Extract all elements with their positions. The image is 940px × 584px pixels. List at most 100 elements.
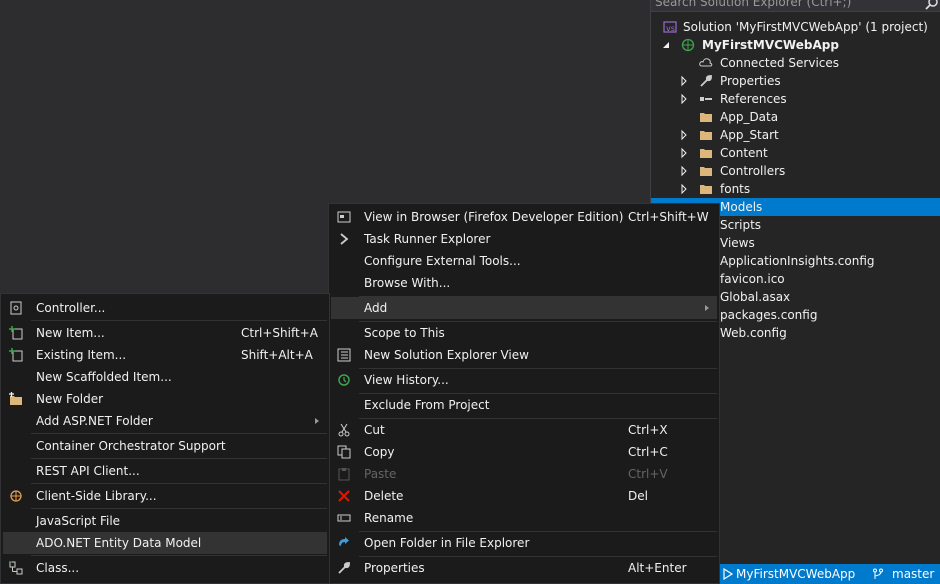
menu-item-rename[interactable]: Rename bbox=[331, 507, 717, 529]
submenu-item-add-aspnet-folder[interactable]: Add ASP.NET Folder bbox=[3, 410, 327, 432]
tree-item-label: fonts bbox=[720, 182, 751, 196]
menu-item-scope-to-this[interactable]: Scope to This bbox=[331, 322, 717, 344]
menu-item-label: New Item... bbox=[36, 326, 105, 340]
tree-item-label: favicon.ico bbox=[720, 272, 785, 286]
tree-item-controllers[interactable]: Controllers bbox=[651, 162, 940, 180]
menu-item-label: New Scaffolded Item... bbox=[36, 370, 172, 384]
tree-item-label: Scripts bbox=[720, 218, 762, 232]
expand-arrow-icon[interactable] bbox=[679, 162, 689, 180]
new-item-icon bbox=[9, 326, 23, 340]
menu-item-new-se-view[interactable]: New Solution Explorer View bbox=[331, 344, 717, 366]
menu-item-view-in-browser[interactable]: View in Browser (Firefox Developer Editi… bbox=[331, 206, 717, 228]
expand-arrow-icon[interactable] bbox=[679, 126, 689, 144]
menu-item-label: REST API Client... bbox=[36, 464, 140, 478]
menu-item-shortcut: Ctrl+Shift+A bbox=[241, 326, 318, 340]
tree-item-label: Global.asax bbox=[720, 290, 791, 304]
menu-item-configure-tools[interactable]: Configure External Tools... bbox=[331, 250, 717, 272]
menu-item-cut[interactable]: Cut Ctrl+X bbox=[331, 419, 717, 441]
tree-item-label: Connected Services bbox=[720, 56, 840, 70]
history-icon bbox=[338, 374, 350, 386]
tree-item-content[interactable]: Content bbox=[651, 144, 940, 162]
menu-item-shortcut: Shift+Alt+A bbox=[241, 348, 313, 362]
submenu-item-controller[interactable]: Controller... bbox=[3, 297, 327, 319]
menu-item-label: View History... bbox=[364, 373, 449, 387]
menu-item-label: New Solution Explorer View bbox=[364, 348, 529, 362]
menu-item-browse-with[interactable]: Browse With... bbox=[331, 272, 717, 294]
client-library-icon bbox=[10, 490, 22, 502]
menu-item-properties[interactable]: Properties Alt+Enter bbox=[331, 557, 717, 579]
add-submenu: Controller... New Item... Ctrl+Shift+A E… bbox=[0, 293, 330, 584]
browser-icon bbox=[337, 211, 351, 223]
menu-separator bbox=[31, 483, 327, 484]
submenu-item-new-scaffolded[interactable]: New Scaffolded Item... bbox=[3, 366, 327, 388]
tree-item-app-data[interactable]: App_Data bbox=[651, 108, 940, 126]
menu-item-shortcut: Ctrl+C bbox=[628, 445, 668, 459]
tree-item-app-start[interactable]: App_Start bbox=[651, 126, 940, 144]
submenu-item-container-orchestrator[interactable]: Container Orchestrator Support bbox=[3, 435, 327, 457]
menu-item-view-history[interactable]: View History... bbox=[331, 369, 717, 391]
solution-explorer-view-icon bbox=[337, 348, 351, 362]
svg-text:vs: vs bbox=[666, 24, 675, 33]
menu-item-label: Open Folder in File Explorer bbox=[364, 536, 530, 550]
tree-item-connected-services[interactable]: Connected Services bbox=[651, 54, 940, 72]
tree-item-solution[interactable]: vs Solution 'MyFirstMVCWebApp' (1 projec… bbox=[651, 18, 940, 36]
tree-item-properties[interactable]: Properties bbox=[651, 72, 940, 90]
tree-item-references[interactable]: References bbox=[651, 90, 940, 108]
tree-item-label: Views bbox=[720, 236, 755, 250]
submenu-item-javascript-file[interactable]: JavaScript File bbox=[3, 510, 327, 532]
solution-label: Solution 'MyFirstMVCWebApp' (1 project) bbox=[683, 20, 928, 34]
tree-item-project[interactable]: MyFirstMVCWebApp bbox=[651, 36, 940, 54]
submenu-item-client-side-library[interactable]: Client-Side Library... bbox=[3, 485, 327, 507]
status-branch[interactable]: master bbox=[872, 564, 934, 584]
menu-item-shortcut: Del bbox=[628, 489, 648, 503]
menu-item-exclude[interactable]: Exclude From Project bbox=[331, 394, 717, 416]
menu-item-label: Task Runner Explorer bbox=[364, 232, 491, 246]
expand-arrow-icon[interactable] bbox=[679, 144, 689, 162]
folder-icon bbox=[700, 185, 712, 194]
solution-explorer-search[interactable]: Search Solution Explorer (Ctrl+;) bbox=[651, 0, 940, 12]
rename-icon bbox=[337, 514, 351, 522]
new-folder-icon bbox=[9, 392, 22, 405]
copy-icon bbox=[337, 445, 351, 459]
tree-item-fonts[interactable]: fonts bbox=[651, 180, 940, 198]
submenu-item-new-folder[interactable]: New Folder bbox=[3, 388, 327, 410]
menu-item-label: Copy bbox=[364, 445, 395, 459]
menu-item-shortcut: Ctrl+V bbox=[628, 467, 668, 481]
expand-arrow-icon[interactable] bbox=[679, 90, 689, 108]
menu-item-open-folder[interactable]: Open Folder in File Explorer bbox=[331, 532, 717, 554]
submenu-arrow-icon bbox=[315, 418, 319, 424]
submenu-item-new-item[interactable]: New Item... Ctrl+Shift+A bbox=[3, 322, 327, 344]
menu-item-label: Configure External Tools... bbox=[364, 254, 521, 268]
folder-icon bbox=[700, 131, 712, 140]
menu-item-shortcut: Ctrl+X bbox=[628, 423, 668, 437]
folder-icon bbox=[700, 167, 712, 176]
expand-arrow-icon[interactable] bbox=[679, 72, 689, 90]
status-project-label: MyFirstMVCWebApp bbox=[736, 567, 856, 581]
submenu-item-adonet-model[interactable]: ADO.NET Entity Data Model bbox=[3, 532, 327, 554]
menu-item-label: Scope to This bbox=[364, 326, 445, 340]
menu-item-label: Add bbox=[364, 301, 388, 315]
menu-item-task-runner[interactable]: Task Runner Explorer bbox=[331, 228, 717, 250]
menu-separator bbox=[31, 320, 327, 321]
tree-item-label: packages.config bbox=[720, 308, 818, 322]
menu-item-add[interactable]: Add bbox=[331, 297, 717, 319]
submenu-item-rest-api[interactable]: REST API Client... bbox=[3, 460, 327, 482]
collapse-arrow-icon[interactable] bbox=[661, 36, 671, 54]
project-label: MyFirstMVCWebApp bbox=[702, 38, 839, 52]
submenu-arrow-icon bbox=[705, 305, 709, 311]
expand-arrow-icon[interactable] bbox=[679, 180, 689, 198]
menu-item-copy[interactable]: Copy Ctrl+C bbox=[331, 441, 717, 463]
paste-icon bbox=[338, 468, 350, 481]
tree-item-label: References bbox=[720, 92, 787, 106]
menu-item-label: Class... bbox=[36, 561, 80, 575]
search-input[interactable]: Search Solution Explorer (Ctrl+;) bbox=[655, 0, 851, 9]
submenu-item-existing-item[interactable]: Existing Item... Shift+Alt+A bbox=[3, 344, 327, 366]
menu-separator bbox=[31, 555, 327, 556]
menu-item-paste: Paste Ctrl+V bbox=[331, 463, 717, 485]
status-project[interactable]: MyFirstMVCWebApp bbox=[722, 564, 855, 584]
cloud-icon bbox=[699, 58, 713, 67]
search-icon[interactable] bbox=[925, 0, 939, 10]
menu-item-label: Browse With... bbox=[364, 276, 451, 290]
submenu-item-class[interactable]: Class... bbox=[3, 557, 327, 579]
menu-item-delete[interactable]: Delete Del bbox=[331, 485, 717, 507]
